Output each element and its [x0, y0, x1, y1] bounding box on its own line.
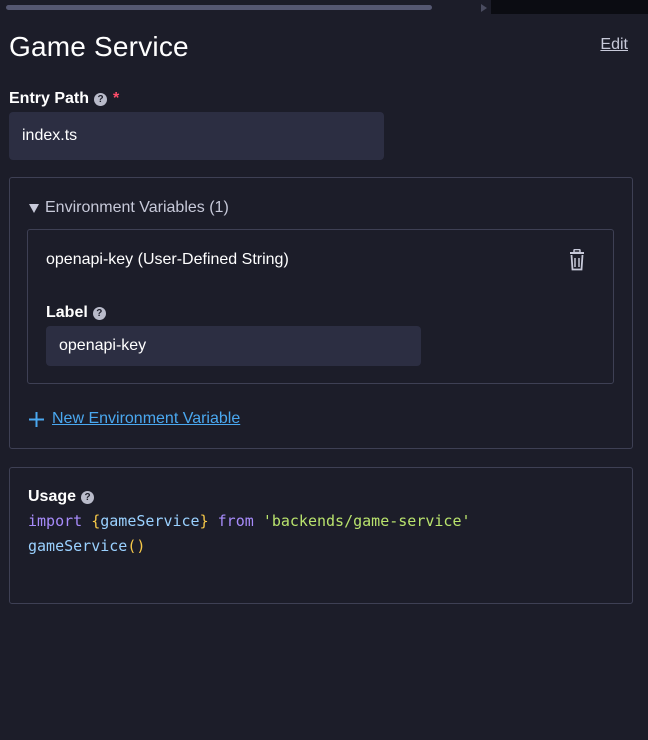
env-label-label-row: Label ?: [46, 304, 106, 322]
env-label-label: Label: [46, 304, 88, 321]
horizontal-scrollbar[interactable]: [0, 0, 490, 14]
page-title: Game Service: [9, 31, 189, 62]
edit-button[interactable]: Edit: [600, 36, 628, 54]
required-marker: *: [113, 90, 120, 107]
code-brace-close: }: [199, 512, 209, 530]
adjacent-pane-edge: [491, 0, 648, 14]
code-identifier: gameService: [100, 512, 200, 530]
question-circle-icon[interactable]: ?: [92, 306, 106, 320]
environment-variables-header: Environment Variables (1): [45, 199, 229, 216]
trash-icon[interactable]: [567, 249, 587, 271]
env-label-value: openapi-key: [59, 337, 147, 354]
code-keyword-import: import: [28, 512, 83, 530]
usage-code-line-1: import {gameService} from 'backends/game…: [28, 512, 471, 530]
entry-path-label: Entry Path: [9, 90, 90, 107]
environment-variables-toggle[interactable]: Environment Variables (1): [29, 199, 229, 217]
caret-down-icon: [29, 203, 39, 213]
code-parens: (): [127, 537, 146, 555]
entry-path-value: index.ts: [22, 127, 78, 144]
plus-icon: [29, 411, 44, 427]
code-function-call: gameService: [28, 537, 128, 555]
question-circle-icon[interactable]: ?: [94, 92, 108, 106]
scroll-right-arrow-icon[interactable]: [481, 4, 487, 12]
usage-panel: [9, 467, 633, 604]
new-environment-variable-label: New Environment Variable: [52, 410, 241, 427]
code-keyword-from: from: [217, 512, 254, 530]
entry-path-label-row: Entry Path ? *: [9, 90, 119, 108]
new-environment-variable-button[interactable]: New Environment Variable: [28, 410, 240, 428]
scrollbar-thumb[interactable]: [6, 5, 432, 10]
env-variable-title: openapi-key (User-Defined String): [46, 251, 289, 268]
code-module-string: 'backends/game-service': [262, 512, 471, 530]
game-service-panel: Game Service Edit Entry Path ? * index.t…: [0, 0, 648, 740]
usage-label-row: Usage ?: [28, 488, 95, 506]
env-label-input[interactable]: openapi-key: [46, 326, 421, 366]
question-circle-icon[interactable]: ?: [81, 490, 95, 504]
entry-path-input[interactable]: index.ts: [9, 112, 384, 160]
usage-label: Usage: [28, 488, 77, 505]
usage-code-line-2: gameService(): [28, 537, 145, 555]
code-brace-open: {: [91, 512, 101, 530]
